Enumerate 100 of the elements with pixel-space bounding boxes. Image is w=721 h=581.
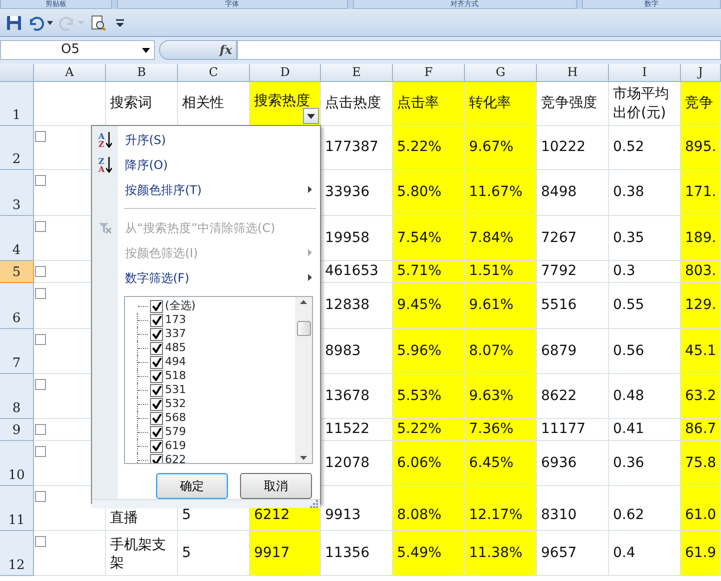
column-title: 竞争: [685, 94, 713, 113]
checkbox[interactable]: [150, 384, 163, 396]
checkbox[interactable]: [150, 356, 163, 368]
checkbox[interactable]: [35, 379, 46, 390]
column-header[interactable]: G: [465, 64, 537, 82]
row-header[interactable]: 11: [0, 486, 34, 531]
value-label: 532: [165, 396, 186, 412]
row-header[interactable]: 5: [0, 261, 34, 283]
column-title: 点击率: [397, 94, 439, 113]
checkbox[interactable]: [150, 454, 163, 463]
table-cell: 0.62: [613, 506, 644, 524]
table-cell: 5.22%: [397, 138, 442, 157]
column-header[interactable]: H: [537, 64, 609, 82]
column-header[interactable]: I: [609, 64, 681, 82]
row-header[interactable]: 12: [0, 531, 34, 576]
menu-item[interactable]: A Z 升序(S): [92, 127, 320, 152]
checkbox[interactable]: [150, 370, 163, 382]
filter-dropdown-button[interactable]: [303, 108, 319, 124]
column-header[interactable]: A: [34, 64, 106, 82]
column-header[interactable]: J: [681, 64, 721, 82]
table-cell: 0.48: [613, 386, 644, 406]
dialog-button[interactable]: 取消: [240, 473, 312, 499]
checkbox[interactable]: [35, 334, 46, 345]
checkbox[interactable]: [35, 221, 46, 232]
scroll-down-icon[interactable]: [300, 456, 307, 460]
name-box[interactable]: O5: [0, 40, 155, 60]
select-all-button[interactable]: [0, 64, 34, 82]
table-cell: 5.96%: [397, 342, 442, 360]
table-cell: 8622: [541, 386, 577, 406]
checkbox[interactable]: [35, 446, 46, 457]
column-title: 转化率: [469, 94, 511, 113]
row-header[interactable]: 8: [0, 374, 34, 419]
scrollbar[interactable]: [295, 297, 312, 463]
checkbox[interactable]: [35, 131, 46, 142]
column-header[interactable]: D: [250, 64, 321, 82]
table-cell: 11522: [325, 420, 370, 439]
table-cell: 11356: [325, 544, 370, 562]
column-header[interactable]: F: [393, 64, 465, 82]
table-cell: 5: [182, 506, 191, 524]
checkbox[interactable]: [150, 300, 163, 312]
row-header[interactable]: 4: [0, 216, 34, 261]
row-header[interactable]: 10: [0, 441, 34, 486]
value-label: 485: [165, 340, 186, 356]
value-label: 619: [165, 438, 186, 454]
checkbox[interactable]: [35, 424, 46, 435]
formula-input[interactable]: [237, 40, 721, 60]
menu-item[interactable]: 按颜色排序(T): [92, 177, 320, 202]
table-cell: 8498: [541, 183, 577, 202]
table-cell: 12078: [325, 454, 370, 472]
save-icon[interactable]: [6, 14, 22, 30]
checkbox[interactable]: [150, 342, 163, 354]
table-cell: 177387: [325, 138, 378, 157]
scroll-up-icon[interactable]: [300, 300, 307, 304]
checkbox[interactable]: [150, 440, 163, 452]
checkbox[interactable]: [150, 412, 163, 424]
dialog-button[interactable]: 确定: [156, 473, 228, 499]
column-header[interactable]: B: [106, 64, 178, 82]
scroll-thumb[interactable]: [296, 320, 310, 336]
checkbox[interactable]: [35, 491, 46, 502]
checkbox[interactable]: [35, 288, 46, 299]
table-cell: 5: [182, 544, 191, 562]
row-header[interactable]: 7: [0, 329, 34, 374]
row-header[interactable]: 3: [0, 170, 34, 216]
table-cell: 9657: [541, 544, 577, 562]
column-header[interactable]: E: [321, 64, 393, 82]
table-cell: 5.53%: [397, 386, 442, 406]
table-cell-text: 手机架支架: [110, 536, 167, 572]
table-cell: 189.: [685, 228, 716, 248]
table-cell: 7792: [541, 262, 577, 281]
row-header[interactable]: 9: [0, 419, 34, 441]
checkbox[interactable]: [35, 536, 46, 547]
table-cell: 171.: [685, 183, 716, 202]
checkbox[interactable]: [150, 328, 163, 340]
row-header[interactable]: 6: [0, 283, 34, 329]
table-cell: 0.41: [613, 420, 644, 439]
row-header[interactable]: 1: [0, 82, 34, 126]
insert-function-button[interactable]: fx: [159, 40, 237, 60]
value-label: 518: [165, 368, 186, 384]
table-cell: 11177: [541, 420, 586, 439]
menu-item[interactable]: Z A 降序(O): [92, 152, 320, 177]
undo-icon[interactable]: [28, 14, 53, 30]
caret-icon: [142, 48, 150, 52]
table-cell: 13678: [325, 386, 370, 406]
table-cell: 7.84%: [469, 228, 514, 248]
row-header[interactable]: 2: [0, 126, 34, 170]
checkbox[interactable]: [150, 398, 163, 410]
table-cell: 0.38: [613, 183, 644, 202]
table-cell: 0.4: [613, 544, 636, 562]
column-header[interactable]: C: [178, 64, 250, 82]
checkbox[interactable]: [150, 314, 163, 326]
table-cell: 11.67%: [469, 183, 522, 202]
checkbox[interactable]: [150, 426, 163, 438]
table-cell: 5516: [541, 296, 577, 315]
resize-grip-icon[interactable]: [310, 500, 318, 508]
checkbox[interactable]: [35, 266, 46, 277]
value-label: 173: [165, 312, 186, 328]
checkbox[interactable]: [35, 175, 46, 186]
print-preview-icon[interactable]: [90, 14, 106, 30]
table-cell: 5.71%: [397, 262, 442, 281]
menu-item[interactable]: 数字筛选(F): [92, 265, 320, 290]
